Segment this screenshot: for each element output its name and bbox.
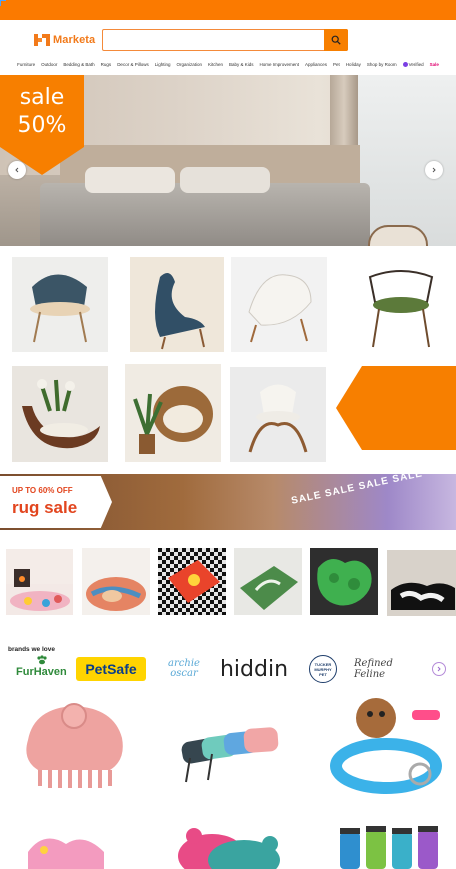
hero-pillow	[180, 167, 270, 193]
blue-lounge-chair-image	[30, 274, 90, 343]
verified-icon	[402, 61, 408, 67]
brand-archie-oscar-name: archie oscar	[168, 658, 200, 679]
brand-tucker-murphy[interactable]: TUCKER MURPHY PET	[306, 655, 340, 683]
nav-item-outdoor[interactable]: Outdoor	[41, 62, 57, 67]
brands-section-title: brands we love	[8, 646, 55, 653]
brand-archie-oscar[interactable]: archie oscar	[156, 655, 212, 683]
nav-item-holiday[interactable]: Holiday	[346, 62, 361, 67]
product-tile-green-armchair[interactable]	[355, 257, 447, 352]
product-tile-retractable-leashes[interactable]	[172, 692, 290, 808]
sale-badge-line1: sale	[19, 85, 65, 110]
brand-petsafe[interactable]: PetSafe	[76, 655, 146, 683]
brand-hiddin[interactable]: hiddin	[218, 655, 290, 683]
nav-item-decor-pillows[interactable]: Decor & Pillows	[117, 62, 149, 67]
nav-item-home-improvement[interactable]: Home Improvement	[260, 62, 300, 67]
green-puzzle-rug-image	[317, 559, 372, 606]
chevron-right-icon	[437, 666, 441, 672]
nav-item-verified[interactable]: Verified	[402, 61, 424, 67]
brand-petsafe-name: PetSafe	[85, 661, 137, 677]
nav-item-organization[interactable]: Organization	[176, 62, 202, 67]
chevron-right-icon	[432, 167, 436, 173]
chevron-left-icon	[15, 167, 19, 173]
hero-pillow	[85, 167, 175, 193]
nav-item-lighting[interactable]: Lighting	[155, 62, 171, 67]
nav-item-baby-kids[interactable]: Baby & Kids	[229, 62, 254, 67]
nav-item-furniture[interactable]: Furniture	[17, 62, 35, 67]
green-leaf-rug-image	[240, 566, 298, 610]
orange-arrow-icon	[336, 366, 456, 450]
search-bar	[102, 28, 348, 51]
hero-banner[interactable]: sale 50%	[0, 75, 456, 246]
water-bottles-image	[340, 826, 438, 869]
product-tile-pink-toy[interactable]	[14, 822, 132, 869]
search-input[interactable]	[103, 31, 323, 50]
carousel-next-button[interactable]	[425, 161, 443, 179]
product-tile-wicker-egg-chair[interactable]	[125, 364, 221, 462]
rug-tile-black-white[interactable]	[387, 550, 456, 616]
product-tile-paw-mat[interactable]	[172, 822, 290, 869]
led-dog-collar-image	[330, 698, 442, 794]
brands-next-button[interactable]	[432, 662, 446, 676]
pink-paw-brush-image	[26, 703, 123, 788]
nav-item-sale[interactable]: Sale	[430, 62, 439, 67]
brand-refined-feline[interactable]: Refined Feline	[354, 655, 422, 683]
product-tile-white-leaf-chair[interactable]	[231, 257, 327, 352]
rug-sale-banner[interactable]: UP TO 60% OFF rug sale SALE SALE SALE SA…	[0, 474, 456, 530]
pink-toy-image	[28, 838, 104, 869]
brand-tucker-murphy-name: TUCKER MURPHY PET	[314, 661, 332, 677]
search-button[interactable]	[324, 28, 348, 51]
brand-refined-feline-name: Refined Feline	[354, 658, 393, 680]
rug-sale-discount: UP TO 60% OFF	[12, 486, 73, 495]
product-tile-blue-sculpted-chair[interactable]	[130, 257, 224, 352]
nav-item-rugs[interactable]: Rugs	[101, 62, 112, 67]
product-tile-crescent-plant-chair[interactable]	[12, 366, 108, 462]
black-white-rug-image	[391, 582, 455, 610]
site-logo[interactable]: Marketa	[34, 31, 95, 49]
rug-tile-round-abstract[interactable]	[82, 548, 150, 615]
brand-furhaven[interactable]: FurHaven	[14, 655, 70, 683]
rug-tile-checkered[interactable]	[158, 548, 226, 615]
hero-lounge-chair	[368, 225, 428, 246]
product-tile-white-curved-chair[interactable]	[230, 367, 326, 462]
nav-item-kitchen[interactable]: Kitchen	[208, 62, 223, 67]
verified-label: Verified	[408, 61, 424, 67]
checkered-rug-image	[158, 548, 226, 615]
white-curved-chair-image	[248, 384, 308, 453]
rug-sale-overlay-text: SALE SALE SALE SALE	[290, 474, 424, 507]
rug-tile-living-room[interactable]	[6, 549, 73, 615]
nav-item-shop-by-room[interactable]: Shop by Room	[367, 62, 397, 67]
category-nav: Furniture Outdoor Bedding & Bath Rugs De…	[0, 58, 456, 70]
green-armchair-image	[368, 270, 434, 348]
wicker-egg-chair-image	[133, 386, 213, 454]
carousel-prev-button[interactable]	[8, 161, 26, 179]
rug-sale-title: rug sale	[12, 498, 78, 517]
rug-tile-green-puzzle[interactable]	[310, 548, 378, 615]
brand-name: Marketa	[53, 34, 96, 46]
retractable-leashes-image	[181, 727, 279, 783]
rug-tile-green-leaf[interactable]	[234, 548, 302, 615]
white-leaf-chair-image	[248, 274, 312, 343]
crescent-plant-chair-image	[22, 379, 100, 449]
paw-icon	[37, 655, 47, 665]
nav-item-appliances[interactable]: Appliances	[305, 62, 327, 67]
product-tile-pink-paw-brush[interactable]	[14, 690, 132, 804]
nav-item-bedding-bath[interactable]: Bedding & Bath	[63, 62, 94, 67]
blue-sculpted-chair-image	[155, 273, 205, 350]
top-banner	[0, 0, 456, 20]
promo-arrow-shape	[336, 366, 456, 450]
product-tile-led-dog-collar[interactable]	[330, 690, 444, 806]
search-icon	[331, 35, 341, 45]
round-abstract-rug-image	[86, 577, 146, 611]
brand-hiddin-name: hiddin	[219, 656, 289, 682]
marketa-logo-icon	[34, 32, 50, 48]
sale-badge-line2: 50%	[17, 113, 67, 138]
nav-item-pet[interactable]: Pet	[333, 62, 340, 67]
selection-corner	[0, 0, 6, 6]
product-tile-blue-lounge-chair[interactable]	[12, 257, 108, 352]
paw-mat-image	[178, 828, 280, 869]
brand-furhaven-name: FurHaven	[16, 666, 67, 678]
living-room-rug-image	[6, 549, 73, 611]
product-tile-water-bottles[interactable]	[330, 822, 444, 869]
